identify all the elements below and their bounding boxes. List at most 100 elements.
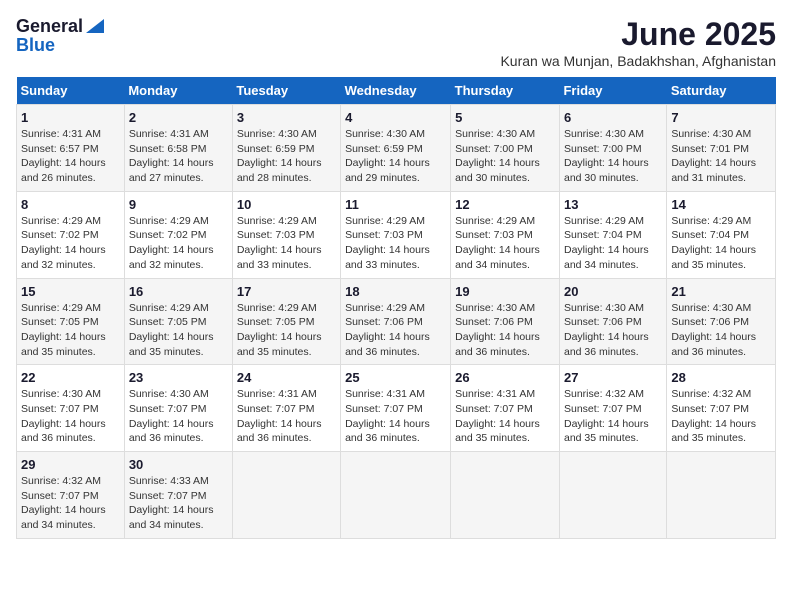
day-number: 5 bbox=[455, 110, 555, 125]
weekday-header-row: SundayMondayTuesdayWednesdayThursdayFrid… bbox=[17, 77, 776, 105]
day-number: 11 bbox=[345, 197, 446, 212]
day-info: Sunrise: 4:29 AM Sunset: 7:02 PM Dayligh… bbox=[129, 214, 228, 273]
day-info: Sunrise: 4:30 AM Sunset: 7:07 PM Dayligh… bbox=[21, 387, 120, 446]
calendar-cell: 23 Sunrise: 4:30 AM Sunset: 7:07 PM Dayl… bbox=[124, 365, 232, 452]
day-number: 27 bbox=[564, 370, 662, 385]
day-number: 23 bbox=[129, 370, 228, 385]
day-info: Sunrise: 4:29 AM Sunset: 7:03 PM Dayligh… bbox=[345, 214, 446, 273]
calendar-cell: 11 Sunrise: 4:29 AM Sunset: 7:03 PM Dayl… bbox=[341, 191, 451, 278]
day-number: 21 bbox=[671, 284, 771, 299]
calendar-cell: 28 Sunrise: 4:32 AM Sunset: 7:07 PM Dayl… bbox=[667, 365, 776, 452]
calendar-cell: 24 Sunrise: 4:31 AM Sunset: 7:07 PM Dayl… bbox=[232, 365, 340, 452]
day-info: Sunrise: 4:29 AM Sunset: 7:05 PM Dayligh… bbox=[237, 301, 336, 360]
day-info: Sunrise: 4:30 AM Sunset: 7:06 PM Dayligh… bbox=[564, 301, 662, 360]
calendar-cell: 7 Sunrise: 4:30 AM Sunset: 7:01 PM Dayli… bbox=[667, 105, 776, 192]
calendar-week-row: 1 Sunrise: 4:31 AM Sunset: 6:57 PM Dayli… bbox=[17, 105, 776, 192]
day-info: Sunrise: 4:30 AM Sunset: 7:06 PM Dayligh… bbox=[671, 301, 771, 360]
day-number: 6 bbox=[564, 110, 662, 125]
month-title: June 2025 bbox=[500, 16, 776, 53]
calendar-cell bbox=[451, 452, 560, 539]
calendar-cell bbox=[341, 452, 451, 539]
calendar-cell: 14 Sunrise: 4:29 AM Sunset: 7:04 PM Dayl… bbox=[667, 191, 776, 278]
logo-general-text: General bbox=[16, 16, 83, 37]
calendar-cell: 3 Sunrise: 4:30 AM Sunset: 6:59 PM Dayli… bbox=[232, 105, 340, 192]
day-number: 25 bbox=[345, 370, 446, 385]
day-number: 8 bbox=[21, 197, 120, 212]
calendar-cell: 8 Sunrise: 4:29 AM Sunset: 7:02 PM Dayli… bbox=[17, 191, 125, 278]
logo-blue-text: Blue bbox=[16, 35, 55, 56]
calendar-cell: 2 Sunrise: 4:31 AM Sunset: 6:58 PM Dayli… bbox=[124, 105, 232, 192]
day-info: Sunrise: 4:32 AM Sunset: 7:07 PM Dayligh… bbox=[564, 387, 662, 446]
day-number: 7 bbox=[671, 110, 771, 125]
day-number: 1 bbox=[21, 110, 120, 125]
calendar-cell: 16 Sunrise: 4:29 AM Sunset: 7:05 PM Dayl… bbox=[124, 278, 232, 365]
day-info: Sunrise: 4:29 AM Sunset: 7:06 PM Dayligh… bbox=[345, 301, 446, 360]
calendar-cell: 1 Sunrise: 4:31 AM Sunset: 6:57 PM Dayli… bbox=[17, 105, 125, 192]
calendar-cell: 20 Sunrise: 4:30 AM Sunset: 7:06 PM Dayl… bbox=[559, 278, 666, 365]
day-number: 13 bbox=[564, 197, 662, 212]
day-number: 17 bbox=[237, 284, 336, 299]
weekday-header-sunday: Sunday bbox=[17, 77, 125, 105]
calendar-cell: 5 Sunrise: 4:30 AM Sunset: 7:00 PM Dayli… bbox=[451, 105, 560, 192]
calendar-week-row: 29 Sunrise: 4:32 AM Sunset: 7:07 PM Dayl… bbox=[17, 452, 776, 539]
day-info: Sunrise: 4:29 AM Sunset: 7:05 PM Dayligh… bbox=[129, 301, 228, 360]
day-info: Sunrise: 4:30 AM Sunset: 7:00 PM Dayligh… bbox=[455, 127, 555, 186]
day-info: Sunrise: 4:30 AM Sunset: 6:59 PM Dayligh… bbox=[345, 127, 446, 186]
calendar-cell: 29 Sunrise: 4:32 AM Sunset: 7:07 PM Dayl… bbox=[17, 452, 125, 539]
day-info: Sunrise: 4:29 AM Sunset: 7:03 PM Dayligh… bbox=[237, 214, 336, 273]
calendar-cell: 21 Sunrise: 4:30 AM Sunset: 7:06 PM Dayl… bbox=[667, 278, 776, 365]
day-number: 2 bbox=[129, 110, 228, 125]
calendar-cell: 15 Sunrise: 4:29 AM Sunset: 7:05 PM Dayl… bbox=[17, 278, 125, 365]
weekday-header-tuesday: Tuesday bbox=[232, 77, 340, 105]
day-info: Sunrise: 4:33 AM Sunset: 7:07 PM Dayligh… bbox=[129, 474, 228, 533]
calendar-cell: 6 Sunrise: 4:30 AM Sunset: 7:00 PM Dayli… bbox=[559, 105, 666, 192]
weekday-header-monday: Monday bbox=[124, 77, 232, 105]
day-info: Sunrise: 4:30 AM Sunset: 6:59 PM Dayligh… bbox=[237, 127, 336, 186]
day-info: Sunrise: 4:30 AM Sunset: 7:07 PM Dayligh… bbox=[129, 387, 228, 446]
day-number: 9 bbox=[129, 197, 228, 212]
day-number: 30 bbox=[129, 457, 228, 472]
calendar-cell bbox=[559, 452, 666, 539]
calendar-cell: 12 Sunrise: 4:29 AM Sunset: 7:03 PM Dayl… bbox=[451, 191, 560, 278]
weekday-header-thursday: Thursday bbox=[451, 77, 560, 105]
day-info: Sunrise: 4:31 AM Sunset: 6:58 PM Dayligh… bbox=[129, 127, 228, 186]
day-number: 26 bbox=[455, 370, 555, 385]
logo-triangle-icon bbox=[86, 19, 104, 33]
day-number: 20 bbox=[564, 284, 662, 299]
title-section: June 2025 Kuran wa Munjan, Badakhshan, A… bbox=[500, 16, 776, 69]
calendar-cell bbox=[667, 452, 776, 539]
day-info: Sunrise: 4:32 AM Sunset: 7:07 PM Dayligh… bbox=[21, 474, 120, 533]
day-number: 18 bbox=[345, 284, 446, 299]
day-number: 3 bbox=[237, 110, 336, 125]
day-info: Sunrise: 4:31 AM Sunset: 7:07 PM Dayligh… bbox=[345, 387, 446, 446]
calendar-week-row: 8 Sunrise: 4:29 AM Sunset: 7:02 PM Dayli… bbox=[17, 191, 776, 278]
day-info: Sunrise: 4:32 AM Sunset: 7:07 PM Dayligh… bbox=[671, 387, 771, 446]
day-number: 29 bbox=[21, 457, 120, 472]
weekday-header-wednesday: Wednesday bbox=[341, 77, 451, 105]
calendar-table: SundayMondayTuesdayWednesdayThursdayFrid… bbox=[16, 77, 776, 539]
day-info: Sunrise: 4:30 AM Sunset: 7:01 PM Dayligh… bbox=[671, 127, 771, 186]
day-number: 24 bbox=[237, 370, 336, 385]
calendar-cell: 22 Sunrise: 4:30 AM Sunset: 7:07 PM Dayl… bbox=[17, 365, 125, 452]
calendar-cell: 13 Sunrise: 4:29 AM Sunset: 7:04 PM Dayl… bbox=[559, 191, 666, 278]
logo[interactable]: General Blue bbox=[16, 16, 104, 56]
day-number: 12 bbox=[455, 197, 555, 212]
calendar-cell: 17 Sunrise: 4:29 AM Sunset: 7:05 PM Dayl… bbox=[232, 278, 340, 365]
weekday-header-friday: Friday bbox=[559, 77, 666, 105]
day-number: 10 bbox=[237, 197, 336, 212]
calendar-cell: 27 Sunrise: 4:32 AM Sunset: 7:07 PM Dayl… bbox=[559, 365, 666, 452]
day-number: 4 bbox=[345, 110, 446, 125]
day-info: Sunrise: 4:31 AM Sunset: 6:57 PM Dayligh… bbox=[21, 127, 120, 186]
calendar-cell: 19 Sunrise: 4:30 AM Sunset: 7:06 PM Dayl… bbox=[451, 278, 560, 365]
calendar-cell: 30 Sunrise: 4:33 AM Sunset: 7:07 PM Dayl… bbox=[124, 452, 232, 539]
day-info: Sunrise: 4:30 AM Sunset: 7:06 PM Dayligh… bbox=[455, 301, 555, 360]
day-number: 22 bbox=[21, 370, 120, 385]
calendar-cell: 9 Sunrise: 4:29 AM Sunset: 7:02 PM Dayli… bbox=[124, 191, 232, 278]
day-number: 19 bbox=[455, 284, 555, 299]
weekday-header-saturday: Saturday bbox=[667, 77, 776, 105]
day-info: Sunrise: 4:29 AM Sunset: 7:05 PM Dayligh… bbox=[21, 301, 120, 360]
calendar-cell: 10 Sunrise: 4:29 AM Sunset: 7:03 PM Dayl… bbox=[232, 191, 340, 278]
calendar-week-row: 22 Sunrise: 4:30 AM Sunset: 7:07 PM Dayl… bbox=[17, 365, 776, 452]
day-info: Sunrise: 4:29 AM Sunset: 7:02 PM Dayligh… bbox=[21, 214, 120, 273]
day-info: Sunrise: 4:30 AM Sunset: 7:00 PM Dayligh… bbox=[564, 127, 662, 186]
